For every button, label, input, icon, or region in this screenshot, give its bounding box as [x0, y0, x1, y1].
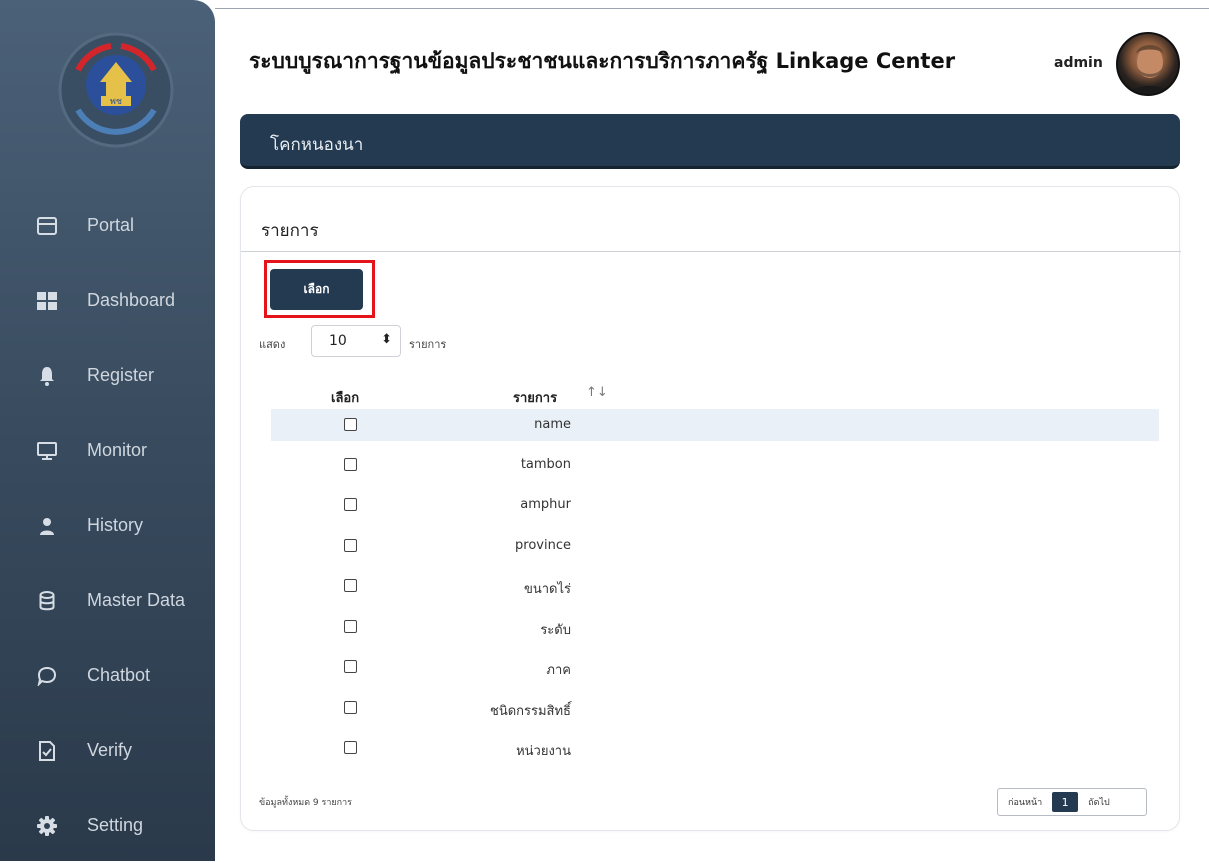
sidebar-item-setting[interactable]: Setting: [0, 788, 215, 863]
sidebar-item-label: Dashboard: [87, 290, 176, 310]
sidebar-item-dashboard[interactable]: Dashboard: [0, 263, 215, 338]
table-row: ขนาดไร่: [271, 570, 1159, 602]
row-item-name: name: [534, 417, 571, 432]
row-item-name: ภาค: [546, 663, 571, 678]
user-icon: [37, 516, 57, 536]
chat-icon: [37, 666, 57, 686]
table-row: amphur: [271, 489, 1159, 521]
row-checkbox[interactable]: [344, 539, 357, 552]
row-item-name: tambon: [520, 457, 571, 472]
row-item-name: ระดับ: [540, 623, 571, 638]
sidebar: พช Portal Dashboard Register Monitor His…: [0, 0, 215, 861]
sidebar-item-label: Monitor: [87, 440, 148, 460]
sidebar-item-verify[interactable]: Verify: [0, 713, 215, 788]
show-suffix: รายการ: [409, 338, 447, 351]
file-check-icon: [37, 740, 57, 761]
row-item-name: ชนิดกรรมสิทธิ์: [490, 704, 571, 719]
table-row: ระดับ: [271, 611, 1159, 643]
sidebar-item-label: Register: [87, 365, 155, 385]
page-size-select[interactable]: 10 ⬍: [311, 325, 401, 357]
section-banner: โคกหนองนา: [240, 114, 1180, 169]
table-row: tambon: [271, 449, 1159, 481]
table-row: province: [271, 530, 1159, 562]
table-row: ชนิดกรรมสิทธิ์: [271, 692, 1159, 724]
sidebar-item-monitor[interactable]: Monitor: [0, 413, 215, 488]
bell-icon: [37, 366, 57, 386]
department-logo: พช: [56, 30, 176, 150]
footer-info: ข้อมูลทั้งหมด 9 รายการ: [259, 798, 352, 808]
next-page-button[interactable]: ถัดไป: [1078, 795, 1120, 809]
sidebar-item-label: Chatbot: [87, 665, 151, 685]
row-checkbox[interactable]: [344, 741, 357, 754]
table-row: ภาค: [271, 651, 1159, 683]
sidebar-item-label: History: [87, 515, 144, 535]
sidebar-nav: Portal Dashboard Register Monitor Histor…: [0, 188, 215, 863]
sidebar-item-label: Verify: [87, 740, 133, 760]
page-number-button[interactable]: 1: [1052, 792, 1079, 812]
sort-icon[interactable]: ↑↓: [586, 385, 608, 400]
sidebar-item-register[interactable]: Register: [0, 338, 215, 413]
sidebar-item-master-data[interactable]: Master Data: [0, 563, 215, 638]
row-checkbox[interactable]: [344, 418, 357, 431]
sidebar-item-history[interactable]: History: [0, 488, 215, 563]
svg-text:พช: พช: [110, 97, 122, 107]
table-row: หน่วยงาน: [271, 732, 1159, 764]
monitor-icon: [37, 441, 57, 461]
row-item-name: หน่วยงาน: [516, 744, 571, 759]
header-divider: [215, 8, 1209, 9]
row-checkbox[interactable]: [344, 498, 357, 511]
prev-page-button[interactable]: ก่อนหน้า: [998, 795, 1052, 809]
banner-title: โคกหนองนา: [270, 135, 364, 155]
pagination: ก่อนหน้า 1 ถัดไป: [997, 788, 1147, 816]
gear-icon: [37, 815, 57, 836]
select-button[interactable]: เลือก: [270, 269, 363, 310]
card-title: รายการ: [261, 221, 319, 241]
sidebar-item-chatbot[interactable]: Chatbot: [0, 638, 215, 713]
card-divider: [241, 251, 1181, 252]
sidebar-item-label: Setting: [87, 815, 144, 835]
column-header-select: เลือก: [331, 391, 360, 406]
list-card: รายการ เลือก แสดง 10 ⬍ รายการ เลือก รายก…: [240, 186, 1181, 831]
row-item-name: ขนาดไร่: [523, 582, 571, 597]
row-checkbox[interactable]: [344, 620, 357, 633]
row-checkbox[interactable]: [344, 701, 357, 714]
user-name[interactable]: admin: [1054, 55, 1103, 71]
sidebar-item-label: Master Data: [87, 590, 186, 610]
database-icon: [37, 590, 57, 611]
row-checkbox[interactable]: [344, 660, 357, 673]
grid-icon: [37, 291, 57, 311]
row-checkbox[interactable]: [344, 458, 357, 471]
column-header-item[interactable]: รายการ: [513, 387, 557, 408]
sidebar-item-label: Portal: [87, 215, 135, 235]
row-item-name: province: [515, 538, 571, 553]
table-row: name: [271, 409, 1159, 441]
row-checkbox[interactable]: [344, 579, 357, 592]
sort-updown-icon: ⬍: [381, 332, 392, 347]
show-label: แสดง: [259, 338, 286, 351]
sidebar-item-portal[interactable]: Portal: [0, 188, 215, 263]
avatar[interactable]: [1116, 32, 1180, 96]
card-icon: [37, 216, 57, 236]
row-item-name: amphur: [520, 497, 571, 512]
page-size-value: 10: [329, 333, 347, 349]
page-title: ระบบบูรณาการฐานข้อมูลประชาชนและการบริการ…: [249, 49, 956, 73]
